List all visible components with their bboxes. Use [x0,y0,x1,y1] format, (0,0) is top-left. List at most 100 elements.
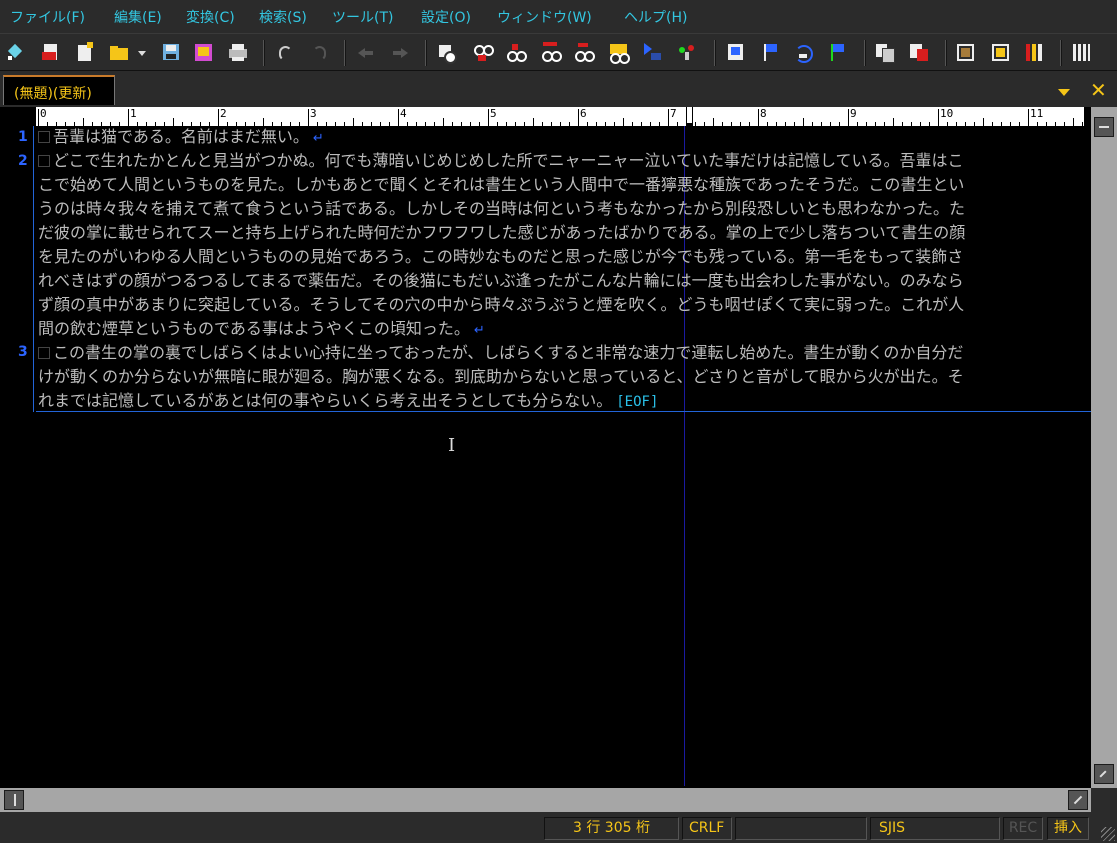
find-prev-icon[interactable] [540,42,562,62]
fullwidth-space-mark [38,347,50,359]
find-down-icon[interactable] [505,42,527,62]
vertical-scrollbar[interactable] [1091,107,1117,788]
bookmark-set-icon[interactable] [760,42,782,62]
ruler-tick [983,118,984,126]
text-line: こで始めて人間というものを見た。しかもあとで聞くとそれは書生という人間中で一番獰… [38,175,965,194]
redo-icon[interactable] [308,42,330,62]
document-tab-title: (無題)(更新) [14,86,92,102]
ruler-tick [1028,109,1029,126]
ruler-number: 1 [130,107,137,120]
forward-icon[interactable] [390,42,412,62]
open-folder-icon[interactable] [108,42,130,62]
horizontal-scrollbar[interactable] [0,788,1091,812]
ruler-tick [938,109,939,126]
ruler-number: 6 [580,107,587,120]
toolbar-separator [864,40,866,66]
tool3-icon[interactable] [1024,42,1046,62]
ruler-tick [848,109,849,126]
close-icon[interactable]: ✕ [1090,78,1107,102]
find-next-icon[interactable] [573,42,595,62]
menu-convert[interactable]: 変換(C) [186,7,235,27]
new-close-icon[interactable] [40,42,62,62]
tool1-icon[interactable] [955,42,977,62]
text-line: けが動くのか分らないが無暗に眼が廻る。胸が悪くなる。到底助からないと思っていると… [38,367,964,386]
save-icon[interactable] [160,42,182,62]
scroll-thumb-top-icon[interactable] [1094,117,1114,137]
tool2-icon[interactable] [990,42,1012,62]
find-up-icon[interactable] [472,42,494,62]
menu-file[interactable]: ファイル(F) [10,7,85,27]
print-icon[interactable] [227,42,249,62]
menu-tools[interactable]: ツール(T) [332,7,393,27]
ruler-tick [443,118,444,126]
toolbar-separator [344,40,346,66]
paste-icon[interactable] [908,42,930,62]
text-line: だ彼の掌に載せられてスーと持ち上げられた時何だかフワフワした感じがあったばかりで… [38,223,966,242]
pin-icon[interactable] [6,42,28,62]
bookmark-clear-icon[interactable] [827,42,849,62]
line-number-rule [33,126,34,412]
scrollbar-corner [1091,788,1117,812]
grid-icon[interactable] [1071,42,1093,62]
toolbar-separator [1060,40,1062,66]
scroll-down-icon[interactable] [1094,764,1114,784]
text-line: この書生の掌の裏でしばらくはよい心持に坐っておったが、しばらくすると非常な速力で… [38,342,963,364]
ruler-tick [893,118,894,126]
ruler-number: 7 [670,107,677,120]
find-icon[interactable] [436,42,458,64]
status-cursor-position[interactable]: 3 行 305 桁 [544,817,679,840]
resize-grip-icon[interactable] [1101,827,1115,841]
toolbar [0,33,1117,71]
ruler-tick [623,118,624,126]
menu-search[interactable]: 検索(S) [259,7,307,27]
bookmark-icon[interactable] [725,42,747,62]
return-mark-icon: ↵ [312,131,324,146]
scroll-left-icon[interactable] [4,790,24,810]
copy-icon[interactable] [874,42,896,63]
fullwidth-space-mark [38,131,50,143]
new-file-icon[interactable] [74,42,96,62]
open-dropdown-icon[interactable] [136,42,148,62]
goto-line-icon[interactable] [642,42,664,62]
undo-icon[interactable] [274,42,296,62]
ruler-tick [713,118,714,126]
ruler-number: 0 [40,107,47,120]
editor-area[interactable]: 1 2 3 吾輩は猫である。名前はまだ無い。 ↵ どこで生れたかとんと見当がつかぬ… [0,126,1091,786]
ruler-tick [758,109,759,126]
bookmark-jump-icon[interactable] [793,42,815,63]
return-mark-icon: ↵ [473,323,485,338]
ibeam-cursor-icon: I [448,435,456,456]
status-newline[interactable]: CRLF [682,817,732,840]
menu-edit[interactable]: 編集(E) [114,7,162,27]
status-rec[interactable]: REC [1003,817,1043,840]
menu-help[interactable]: ヘルプ(H) [624,7,687,27]
status-insert-mode[interactable]: 挿入 [1047,817,1089,840]
goto-pair-icon[interactable] [677,42,699,62]
ruler-number: 3 [310,107,317,120]
scroll-right-icon[interactable] [1068,790,1088,810]
ruler-tick [398,109,399,126]
ruler-tick [668,109,669,126]
mark-icon[interactable] [608,42,630,64]
status-encoding[interactable]: SJIS [870,817,1000,840]
text-line: ず顔の真中があまりに突起している。そうしてその穴の中から時々ぷうぷうと煙を吹く。… [38,295,965,314]
ruler-tick [578,109,579,126]
text-line: を見たのがいわゆる人間というものの見始であろう。この時妙なものだと思った感じが今… [38,247,964,266]
tab-list-dropdown-icon[interactable] [1058,89,1070,96]
ruler-number: 5 [490,107,497,120]
back-icon[interactable] [355,42,377,62]
ruler-number: 2 [220,107,227,120]
save-all-icon[interactable] [193,42,215,62]
ruler-tick [1073,118,1074,126]
ruler-tick [38,109,39,126]
menu-window[interactable]: ウィンドウ(W) [497,7,592,27]
ruler-number: 8 [760,107,767,120]
ruler-tick [488,109,489,126]
ruler-tick [353,118,354,126]
ruler-tick [533,118,534,126]
document-tab[interactable]: (無題)(更新) [3,75,115,105]
ruler-number: 9 [850,107,857,120]
menu-settings[interactable]: 設定(O) [421,7,471,27]
ruler-number: 11 [1030,107,1044,120]
status-bar: 3 行 305 桁 CRLF SJIS REC 挿入 [0,812,1117,843]
